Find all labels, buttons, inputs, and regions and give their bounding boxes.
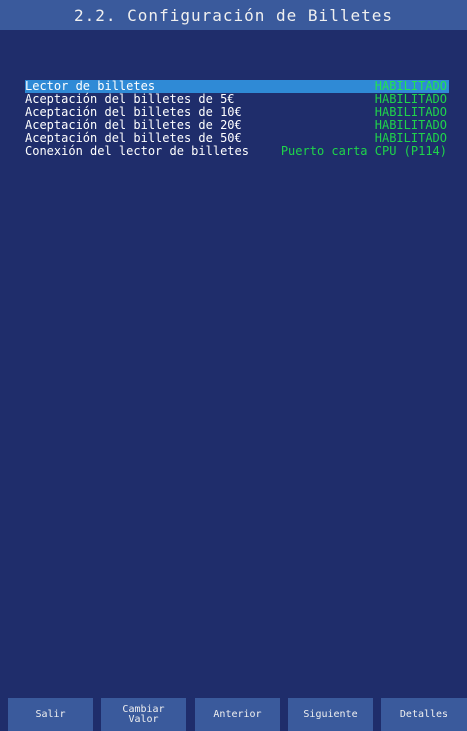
footer-bar: Salir Cambiar Valor Anterior Siguiente D… [0,698,467,731]
cambiar-label-line2: Valor [128,713,159,725]
salir-button[interactable]: Salir [8,698,93,731]
setting-row-conexion[interactable]: Conexión del lector de billetes Puerto c… [25,145,449,158]
anterior-button[interactable]: Anterior [195,698,280,731]
siguiente-label: Siguiente [303,708,358,720]
cambiar-valor-button[interactable]: Cambiar Valor [101,698,186,731]
detalles-button[interactable]: Detalles [381,698,467,731]
siguiente-button[interactable]: Siguiente [288,698,373,731]
setting-value: Puerto carta CPU (P114) [280,144,447,158]
detalles-label: Detalles [399,708,449,720]
salir-label: Salir [35,708,66,720]
settings-list: Lector de billetes HABILITADO Aceptación… [25,80,449,158]
setting-label: Conexión del lector de billetes [25,144,249,158]
cambiar-label-line1: Cambiar [122,703,165,715]
page-title: 2.2. Configuración de Billetes [74,5,393,25]
title-bar: 2.2. Configuración de Billetes [0,0,467,30]
anterior-label: Anterior [213,708,262,720]
